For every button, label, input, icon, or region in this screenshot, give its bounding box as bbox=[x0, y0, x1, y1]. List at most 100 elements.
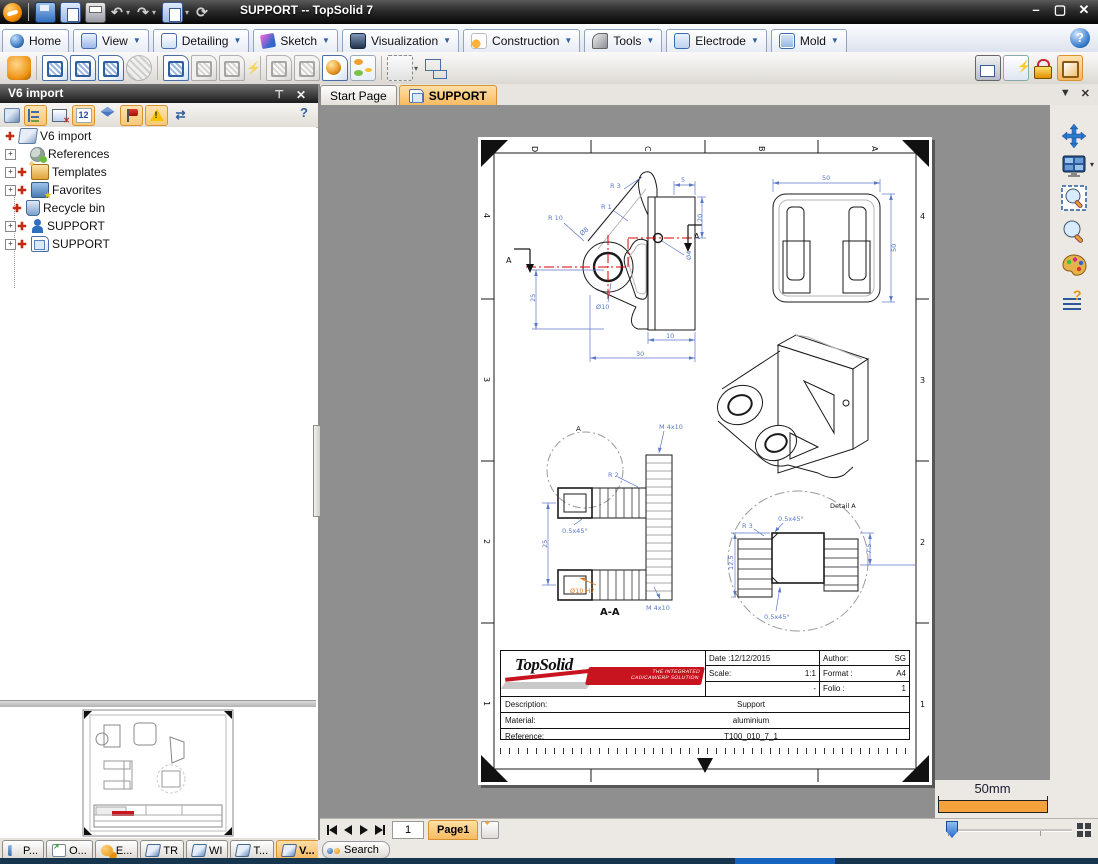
tab-home[interactable]: Home bbox=[2, 29, 69, 52]
tab-visualization[interactable]: Visualization▼ bbox=[342, 29, 459, 52]
auxiliary-view-icon[interactable] bbox=[98, 55, 124, 81]
first-page-button[interactable] bbox=[324, 822, 340, 838]
layout-dropdown-icon[interactable]: ▾ bbox=[1090, 160, 1094, 169]
expand-icon[interactable]: + bbox=[5, 167, 16, 178]
last-page-button[interactable] bbox=[372, 822, 388, 838]
close-document-icon[interactable]: ✕ bbox=[1081, 87, 1090, 100]
hatching-icon[interactable] bbox=[126, 55, 152, 81]
projected-view-icon[interactable] bbox=[70, 55, 96, 81]
chevron-down-icon[interactable]: ▼ bbox=[751, 38, 759, 44]
zoom-icon[interactable] bbox=[1061, 219, 1087, 245]
warning-icon[interactable] bbox=[145, 105, 168, 126]
previous-page-button[interactable] bbox=[340, 822, 356, 838]
expand-icon[interactable]: + bbox=[5, 149, 16, 160]
dimension-layout-icon[interactable] bbox=[423, 56, 447, 80]
tree-item-templates[interactable]: + ✚ Templates bbox=[0, 163, 316, 181]
chevron-down-icon[interactable]: ▼ bbox=[133, 38, 141, 44]
undo-dropdown-icon[interactable]: ▾ bbox=[126, 8, 134, 17]
screen-layout-icon[interactable] bbox=[1061, 153, 1087, 179]
window-switch-icon[interactable] bbox=[162, 2, 183, 23]
zoom-window-icon[interactable] bbox=[1061, 185, 1087, 211]
layers-icon[interactable] bbox=[97, 106, 118, 125]
tree-options-icon[interactable] bbox=[24, 105, 47, 126]
shaded-view-icon[interactable] bbox=[322, 55, 348, 81]
tab-detailing[interactable]: Detailing▼ bbox=[153, 29, 250, 52]
rotate-3d-icon[interactable] bbox=[7, 56, 31, 80]
refresh-icon[interactable]: ⟳ bbox=[193, 4, 211, 21]
print-preview-icon[interactable] bbox=[975, 55, 1001, 81]
breakout-view-icon[interactable] bbox=[219, 55, 245, 81]
page1-tab[interactable]: Page1 bbox=[428, 820, 478, 840]
new-page-button[interactable] bbox=[481, 821, 499, 839]
window-dropdown-icon[interactable]: ▾ bbox=[185, 8, 193, 17]
redo-icon[interactable]: ↷ bbox=[134, 4, 152, 21]
help-button[interactable]: ? bbox=[1070, 28, 1090, 48]
tab-entities[interactable]: E... bbox=[95, 840, 139, 860]
tree-item-favorites[interactable]: + ✚ Favorites bbox=[0, 181, 316, 199]
grid-view-icon[interactable] bbox=[1077, 823, 1092, 838]
chevron-down-icon[interactable]: ▼ bbox=[831, 38, 839, 44]
tab-v6[interactable]: V... bbox=[276, 840, 321, 860]
tree-item-support-drawing[interactable]: + ✚ SUPPORT bbox=[0, 235, 316, 253]
selection-zone-icon[interactable] bbox=[387, 55, 413, 81]
synchronize-icon[interactable]: ⇄ bbox=[170, 106, 191, 125]
tree-item-v6-import[interactable]: ✚ V6 import bbox=[0, 127, 316, 145]
next-page-button[interactable] bbox=[356, 822, 372, 838]
redo-dropdown-icon[interactable]: ▾ bbox=[152, 8, 160, 17]
tab-sketch[interactable]: Sketch▼ bbox=[253, 29, 338, 52]
topsolid-logo-icon[interactable] bbox=[3, 3, 22, 22]
import-export-icon[interactable] bbox=[1057, 55, 1083, 81]
pan-move-icon[interactable] bbox=[1061, 123, 1087, 149]
page-number-input[interactable]: 1 bbox=[392, 821, 424, 839]
copy-document-icon[interactable] bbox=[60, 2, 81, 23]
tab-wi[interactable]: WI bbox=[186, 840, 228, 860]
close-button[interactable]: ✕ bbox=[1076, 2, 1092, 18]
chevron-down-icon[interactable]: ▼ bbox=[443, 38, 451, 44]
zoom-slider-track[interactable] bbox=[948, 829, 1072, 832]
tree-item-recycle-bin[interactable]: ✚ Recycle bin bbox=[0, 199, 316, 217]
tab-mold[interactable]: Mold▼ bbox=[771, 29, 847, 52]
expand-icon[interactable]: + bbox=[5, 239, 16, 250]
selection-dropdown-icon[interactable]: ▾ bbox=[414, 64, 422, 73]
help-options-icon[interactable]: ? bbox=[1061, 287, 1087, 313]
tab-support-document[interactable]: SUPPORT bbox=[399, 85, 497, 105]
filter-icon[interactable] bbox=[49, 106, 70, 125]
tab-construction[interactable]: Construction▼ bbox=[463, 29, 580, 52]
tab-t[interactable]: T... bbox=[230, 840, 274, 860]
flag-icon[interactable] bbox=[120, 105, 143, 126]
render-palette-icon[interactable] bbox=[1061, 253, 1087, 279]
drawing-canvas[interactable]: D C B A 4 3 2 1 4 3 2 1 bbox=[320, 105, 1050, 818]
process-funnel-icon[interactable] bbox=[350, 55, 376, 81]
tab-project[interactable]: P... bbox=[2, 840, 44, 860]
chevron-down-icon[interactable]: ▼ bbox=[564, 38, 572, 44]
tab-tools[interactable]: Tools▼ bbox=[584, 29, 662, 52]
minimize-button[interactable]: – bbox=[1028, 2, 1044, 18]
tab-list-dropdown-icon[interactable]: ▼ bbox=[1060, 87, 1071, 100]
frame-icon[interactable] bbox=[294, 55, 320, 81]
chevron-down-icon[interactable]: ▼ bbox=[322, 38, 330, 44]
print-icon[interactable] bbox=[85, 2, 106, 23]
tree-item-references[interactable]: + References bbox=[0, 145, 316, 163]
section-view-icon[interactable] bbox=[163, 55, 189, 81]
curve-icon[interactable] bbox=[266, 55, 292, 81]
main-view-icon[interactable] bbox=[42, 55, 68, 81]
local-section-icon[interactable] bbox=[191, 55, 217, 81]
expand-icon[interactable]: + bbox=[5, 221, 16, 232]
tab-tr[interactable]: TR bbox=[140, 840, 184, 860]
select-reference-icon[interactable] bbox=[1, 106, 22, 125]
search-button[interactable]: Search bbox=[322, 841, 390, 859]
lock-icon[interactable] bbox=[1031, 56, 1055, 80]
tab-start-page[interactable]: Start Page bbox=[320, 85, 397, 105]
panel-help-icon[interactable]: ? bbox=[300, 105, 308, 120]
chevron-down-icon[interactable]: ▼ bbox=[646, 38, 654, 44]
tree-item-support-part[interactable]: + ✚ SUPPORT bbox=[0, 217, 316, 235]
page-thumbnail[interactable] bbox=[82, 709, 234, 837]
chevron-down-icon[interactable]: ▼ bbox=[233, 38, 241, 44]
numbering-icon[interactable]: 12 bbox=[72, 105, 95, 126]
tab-view[interactable]: View▼ bbox=[73, 29, 149, 52]
maximize-button[interactable]: ▢ bbox=[1052, 2, 1068, 18]
expand-icon[interactable]: + bbox=[5, 185, 16, 196]
tab-electrode[interactable]: Electrode▼ bbox=[666, 29, 767, 52]
update-document-icon[interactable] bbox=[1003, 55, 1029, 81]
tab-operations[interactable]: O... bbox=[46, 840, 93, 860]
